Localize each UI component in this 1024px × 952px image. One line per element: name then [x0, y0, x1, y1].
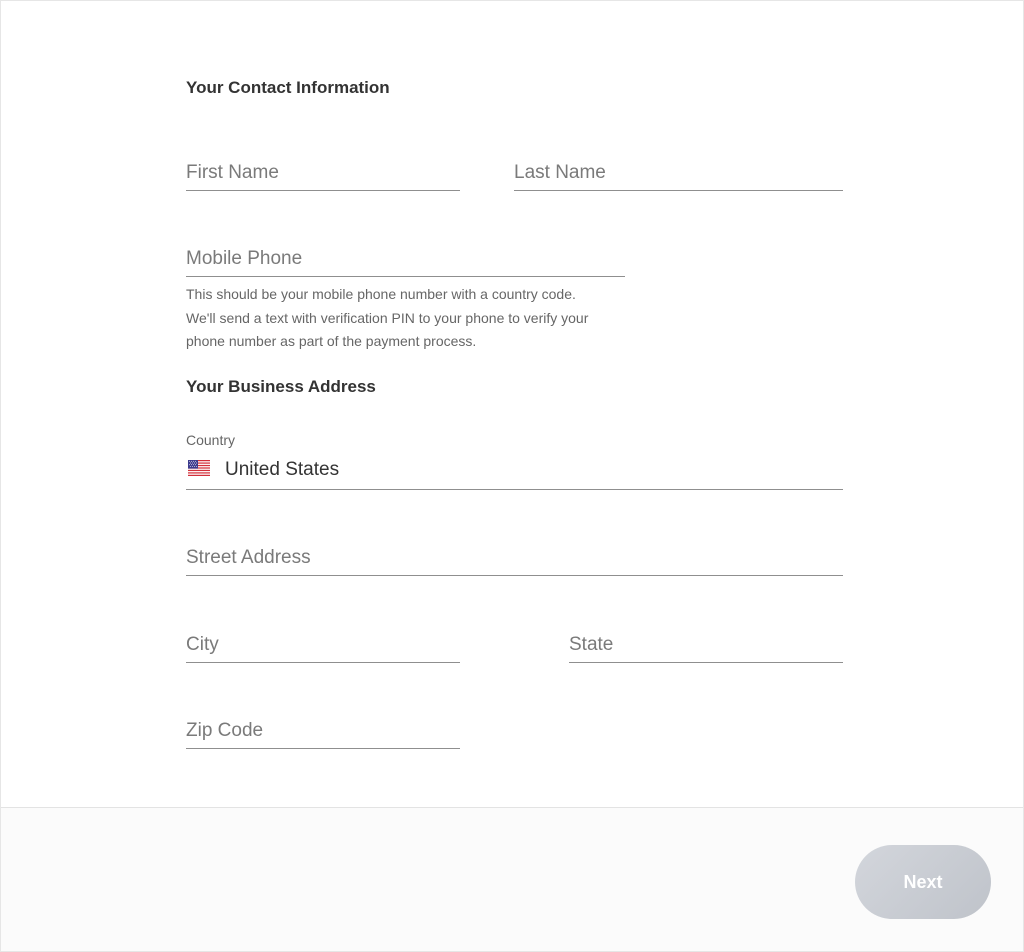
city-field [186, 633, 460, 663]
street-address-input[interactable] [186, 547, 843, 569]
mobile-phone-help-text: This should be your mobile phone number … [186, 283, 626, 354]
mobile-phone-input[interactable] [186, 248, 625, 270]
country-select[interactable]: United States [186, 456, 843, 490]
country-label: Country [186, 432, 236, 448]
contact-section-title: Your Contact Information [186, 78, 390, 97]
help-line: We'll send a text with verification PIN … [186, 309, 589, 326]
next-button[interactable]: Next [855, 845, 991, 919]
first-name-input[interactable] [186, 162, 460, 184]
form-body: Your Contact Information This should be … [1, 1, 1023, 808]
help-line: phone number as part of the payment proc… [186, 333, 477, 349]
us-flag-icon [188, 460, 210, 476]
mobile-phone-field [186, 247, 625, 277]
city-input[interactable] [186, 634, 460, 656]
zip-code-field [186, 719, 460, 749]
last-name-field [514, 161, 843, 191]
help-line: This should be your mobile phone number … [186, 286, 576, 302]
street-address-field [186, 546, 843, 576]
address-section-title: Your Business Address [186, 377, 376, 396]
state-input[interactable] [569, 634, 843, 656]
state-field [569, 633, 843, 663]
country-value: United States [225, 459, 340, 480]
zip-code-input[interactable] [186, 720, 460, 742]
last-name-input[interactable] [514, 162, 843, 184]
form-container: Your Contact Information This should be … [0, 0, 1024, 952]
first-name-field [186, 161, 460, 191]
